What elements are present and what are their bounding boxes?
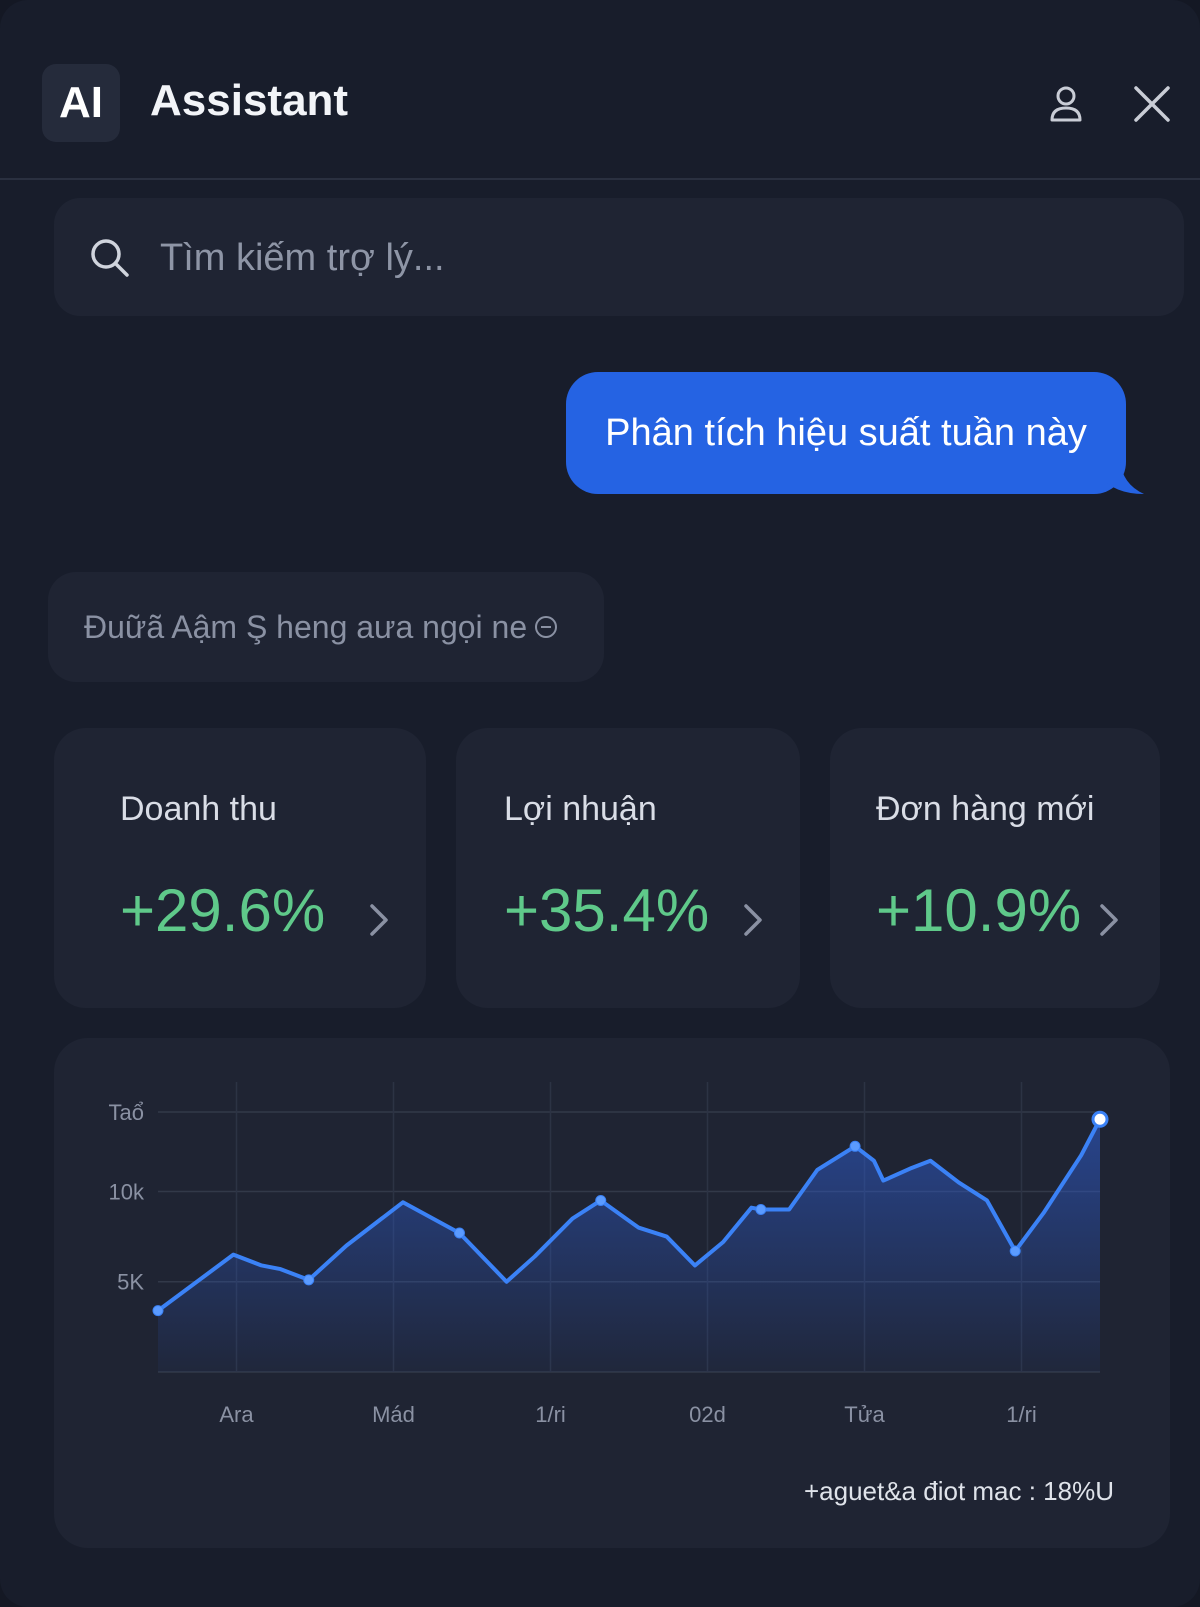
data-point — [595, 1194, 607, 1206]
metric-label: Lợi nhuận — [504, 790, 657, 828]
y-tick-label: Taổ — [109, 1100, 144, 1125]
data-point — [303, 1274, 315, 1286]
page-title: Assistant — [150, 76, 349, 125]
metric-label: Đơn hàng mới — [876, 790, 1095, 828]
metric-card-new-orders[interactable]: Đơn hàng mới +10.9% — [830, 728, 1160, 1008]
data-point — [1009, 1245, 1021, 1257]
data-point — [849, 1140, 861, 1152]
data-point — [755, 1204, 767, 1215]
metric-value: +10.9% — [876, 877, 1082, 944]
y-tick-label: 5K — [117, 1270, 144, 1295]
user-message-text: Phân tích hiệu suất tuần này — [605, 411, 1087, 454]
user-icon[interactable] — [1044, 82, 1088, 126]
user-message-bubble: Phân tích hiệu suất tuần này — [566, 372, 1126, 494]
area-fill — [158, 1119, 1100, 1372]
header: AI Assistant — [0, 0, 1200, 180]
metric-label: Doanh thu — [120, 790, 277, 828]
x-tick-label: 1/ri — [1006, 1402, 1037, 1427]
search-icon — [91, 239, 129, 277]
y-tick-label: 10k — [109, 1179, 145, 1204]
data-point — [453, 1227, 465, 1239]
assistant-message-bubble: Đuữã Aậm Ş heng aưa ngọi ne — [48, 572, 604, 682]
data-point — [1091, 1110, 1109, 1128]
x-tick-label: 02d — [689, 1402, 726, 1427]
metric-card-profit[interactable]: Lợi nhuận +35.4% — [456, 728, 800, 1008]
metric-card-revenue[interactable]: Doanh thu +29.6% — [54, 728, 426, 1008]
chevron-right-icon — [1100, 904, 1118, 936]
minus-circle-icon — [535, 616, 558, 638]
ai-logo: AI — [42, 64, 120, 142]
area-chart: Taổ 10k 5K Ara Mád 1/ri 02d Tửa 1/ri — [109, 1082, 1109, 1427]
chevron-right-icon — [370, 904, 388, 936]
data-point — [152, 1305, 164, 1317]
search-input[interactable] — [158, 228, 1142, 288]
assistant-message-text: Đuữã Aậm Ş heng aưa ngọi ne — [84, 608, 528, 645]
x-tick-label: Mád — [372, 1402, 415, 1427]
bubble-tail — [1100, 460, 1144, 494]
performance-chart: Taổ 10k 5K Ara Mád 1/ri 02d Tửa 1/ri +aguet&a đi… — [54, 1038, 1170, 1548]
x-tick-label: Ara — [219, 1402, 254, 1427]
metric-value: +29.6% — [120, 877, 326, 944]
close-icon[interactable] — [1130, 82, 1174, 126]
assistant-panel: AI Assistant Phân tích hiệu suất tuần nà… — [0, 0, 1200, 1607]
chevron-right-icon — [744, 904, 762, 936]
x-tick-label: 1/ri — [535, 1402, 566, 1427]
x-tick-label: Tửa — [844, 1402, 885, 1427]
chart-footnote: +aguet&a điot mac : 18%U — [803, 1476, 1114, 1506]
metric-value: +35.4% — [504, 877, 710, 944]
search-bar — [54, 198, 1184, 316]
